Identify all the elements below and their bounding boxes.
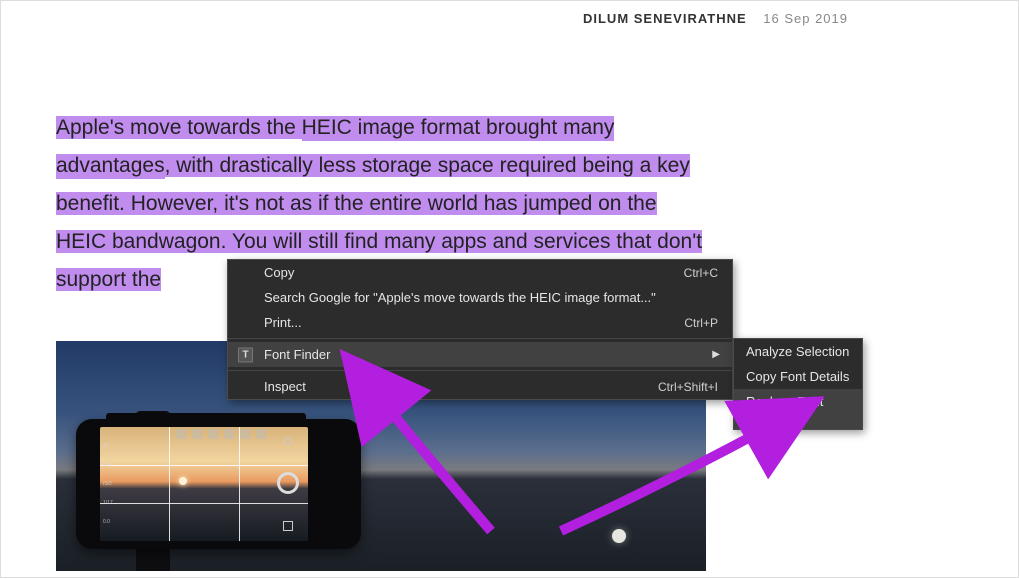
ctx-inspect-shortcut: Ctrl+Shift+I <box>658 380 722 394</box>
author-name: DILUM SENEVIRATHNE <box>583 11 747 26</box>
ctx-copy-label: Copy <box>264 265 294 280</box>
moon-graphic <box>612 529 626 543</box>
submenu-copy-font-details[interactable]: Copy Font Details <box>734 364 862 389</box>
submenu-analyze-selection[interactable]: Analyze Selection <box>734 339 862 364</box>
ctx-inspect[interactable]: Inspect Ctrl+Shift+I <box>228 374 732 399</box>
byline: DILUM SENEVIRATHNE 16 Sep 2019 <box>583 11 848 26</box>
selected-text-part1: Apple's move towards the <box>56 116 302 139</box>
tripod-mount-graphic: AF MF ISO 1/17 0.0 <box>86 391 346 571</box>
font-finder-submenu: Analyze Selection Copy Font Details Repl… <box>733 338 863 430</box>
publish-date: 16 Sep 2019 <box>763 11 848 26</box>
ctx-inspect-label: Inspect <box>264 379 306 394</box>
ctx-search-google[interactable]: Search Google for "Apple's move towards … <box>228 285 732 310</box>
ctx-copy-shortcut: Ctrl+C <box>684 266 722 280</box>
ctx-copy[interactable]: Copy Ctrl+C <box>228 260 732 285</box>
submenu-arrow-icon: ▶ <box>712 349 722 360</box>
camera-right-controls <box>270 431 306 537</box>
camera-top-icons <box>130 429 266 441</box>
ctx-font-finder[interactable]: T Font Finder ▶ <box>228 342 732 367</box>
shutter-icon <box>277 472 299 494</box>
phone-screen: AF MF ISO 1/17 0.0 <box>100 427 308 541</box>
ctx-search-label: Search Google for "Apple's move towards … <box>264 290 656 305</box>
ctx-separator-2 <box>228 370 732 371</box>
phone-graphic: AF MF ISO 1/17 0.0 <box>76 419 361 549</box>
ctx-separator <box>228 338 732 339</box>
camera-left-labels: AF MF ISO 1/17 0.0 <box>103 437 121 531</box>
ctx-print-shortcut: Ctrl+P <box>684 316 722 330</box>
ctx-font-finder-label: Font Finder <box>264 347 330 362</box>
ctx-print-label: Print... <box>264 315 302 330</box>
submenu-replace-font-with[interactable]: Replace Font with <box>734 389 862 429</box>
ctx-print[interactable]: Print... Ctrl+P <box>228 310 732 335</box>
font-finder-icon: T <box>238 347 253 362</box>
context-menu: Copy Ctrl+C Search Google for "Apple's m… <box>227 259 733 400</box>
